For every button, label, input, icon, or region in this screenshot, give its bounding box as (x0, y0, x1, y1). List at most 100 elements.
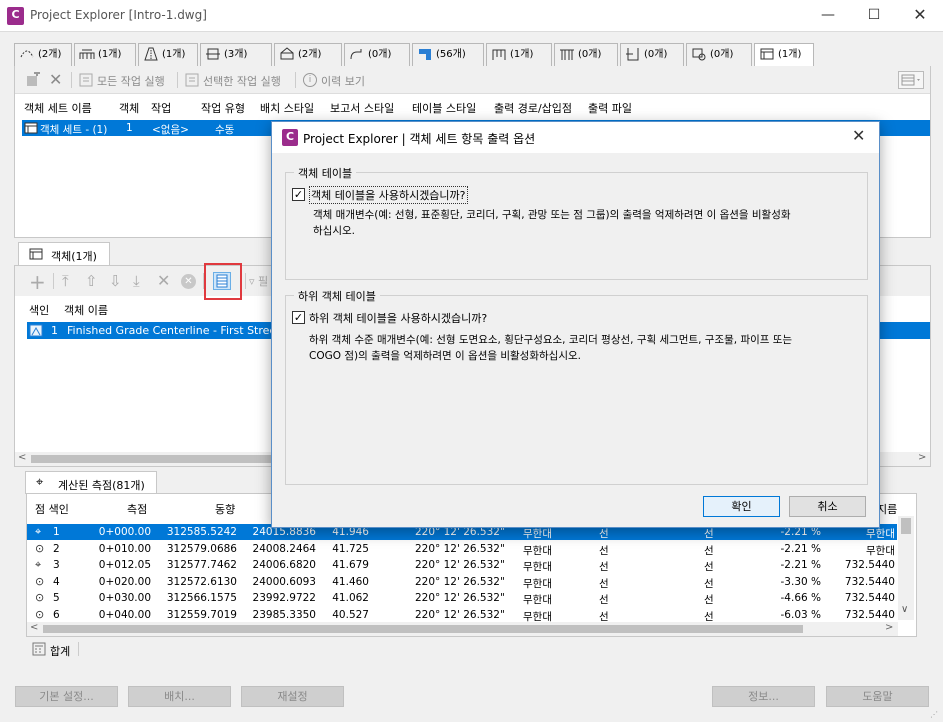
help-button[interactable]: 도움말 (826, 686, 929, 707)
close-button[interactable]: ✕ (897, 0, 943, 32)
table-row[interactable]: ⊙ 5 0+030.00 312566.1575 23992.9722 41.062 220… (27, 590, 897, 606)
tab-subassemblies[interactable]: (56개) (412, 43, 484, 67)
table-row[interactable]: ⌖ 3 0+012.05 312577.7462 24006.6820 41.679 220… (27, 557, 897, 573)
info-button[interactable]: 정보... (712, 686, 815, 707)
scroll-down-icon[interactable]: ∨ (901, 604, 908, 615)
tab-alignments[interactable]: (2개) (14, 43, 72, 67)
cell-bearing: 220° 12' 26.532" (415, 609, 505, 621)
sub-object-table-group: 하위 객체 테이블 ✓ 하위 객체 테이블을 사용하시겠습니까? 하위 객체 수… (285, 288, 868, 485)
cell-elev: 41.725 (332, 542, 369, 555)
scroll-right-icon[interactable]: > (918, 452, 926, 463)
checkbox-label[interactable]: 객체 테이블을 사용하시겠습니까? (309, 186, 468, 204)
tab-views[interactable]: (0개) (686, 43, 752, 67)
move-up-icon[interactable]: ⇧ (85, 272, 98, 290)
tab-feature-lines[interactable]: (0개) (344, 43, 410, 67)
tab-parcels[interactable]: (0개) (620, 43, 684, 67)
cell-radius: 무한대 (523, 544, 552, 557)
tab-pipe-networks[interactable]: (1개) (486, 43, 552, 67)
cell-station: 0+040.00 (98, 609, 151, 621)
col-header[interactable]: 객체 이름 (64, 302, 108, 318)
resize-grip-icon[interactable]: ⋰ (930, 710, 938, 719)
col-header[interactable]: 점 색인 (35, 501, 69, 517)
col-header[interactable]: 테이블 스타일 (412, 100, 476, 116)
object-table-checkbox[interactable]: ✓ (292, 188, 305, 201)
reset-button[interactable]: 재설정 (241, 686, 344, 707)
move-down-icon[interactable]: ⇩ (109, 272, 122, 290)
checkbox-label[interactable]: 하위 객체 테이블을 사용하시겠습니까? (309, 310, 487, 326)
cell-c1: 선 (599, 577, 609, 590)
table-row[interactable]: ⊙ 6 0+040.00 312559.7019 23985.3350 40.527 220… (27, 607, 897, 623)
tab-calculated-stations[interactable]: ⌖ 계산된 측점(81개) (25, 471, 157, 494)
move-bottom-icon[interactable]: ⤓ (133, 272, 140, 290)
col-header[interactable]: 출력 파일 (588, 100, 632, 116)
run-all-icon (79, 73, 93, 87)
col-header[interactable]: 작업 (151, 100, 171, 116)
tab-label: (1개) (778, 49, 802, 60)
layout-menu-button[interactable] (898, 71, 924, 89)
cell-idx: 1 (53, 526, 60, 538)
tab-assemblies[interactable]: (3개) (200, 43, 272, 67)
tab-objects[interactable]: 객체(1개) (18, 242, 110, 266)
cell-last: 732.5440 (844, 609, 895, 621)
tab-bridges[interactable]: (1개) (74, 43, 136, 67)
col-header[interactable]: 보고서 스타일 (330, 100, 394, 116)
scroll-thumb[interactable] (31, 455, 271, 463)
history-button[interactable]: 이력 보기 (321, 73, 365, 89)
civil3d-logo-icon: C (282, 129, 298, 146)
scroll-left-icon[interactable]: < (30, 622, 38, 633)
scroll-thumb[interactable] (901, 518, 911, 534)
tab-structures[interactable]: (0개) (554, 43, 618, 67)
clear-icon[interactable]: ✕ (181, 274, 196, 289)
col-header[interactable]: 객체 세트 이름 (24, 100, 92, 116)
table-row[interactable]: ⊙ 2 0+010.00 312579.0686 24008.2464 41.725 220… (27, 541, 897, 557)
scroll-thumb[interactable] (43, 625, 803, 633)
cell-grade: -6.03 % (780, 609, 821, 621)
delete-set-icon[interactable]: ✕ (49, 70, 62, 89)
toolbar-divider (53, 273, 54, 289)
cell-easting: 312572.6130 (166, 575, 237, 588)
table-row[interactable]: ⊙ 4 0+020.00 312572.6130 24000.6093 41.460 220… (27, 574, 897, 590)
col-header[interactable]: 측점 (127, 501, 147, 517)
minimize-button[interactable]: — (805, 0, 851, 32)
cell-northing: 24000.6093 (252, 575, 316, 588)
cell-c1: 선 (599, 594, 609, 607)
col-header[interactable]: 색인 (29, 302, 49, 318)
cell-station: 0+020.00 (98, 575, 151, 588)
sub-object-table-checkbox[interactable]: ✓ (292, 311, 305, 324)
cell-station: 0+010.00 (98, 542, 151, 555)
col-header[interactable]: 배치 스타일 (260, 100, 314, 116)
dialog-close-button[interactable]: ✕ (852, 126, 865, 145)
ok-button[interactable]: 확인 (703, 496, 780, 517)
col-header[interactable]: 지름 (877, 501, 897, 517)
cancel-button[interactable]: 취소 (789, 496, 866, 517)
new-set-icon[interactable] (25, 72, 41, 88)
tab-surfaces[interactable]: (2개) (274, 43, 342, 67)
col-header[interactable]: 출력 경로/삽입점 (494, 100, 572, 116)
subassembly-icon (419, 49, 431, 60)
run-all-button[interactable]: 모든 작업 실행 (97, 73, 165, 89)
cell-c2: 선 (704, 544, 714, 557)
object-name-cell: Finished Grade Centerline - First Street (67, 324, 281, 337)
layout-button[interactable]: 배치... (128, 686, 231, 707)
basic-settings-button[interactable]: 기본 설정... (15, 686, 118, 707)
run-selected-button[interactable]: 선택한 작업 실행 (203, 73, 281, 89)
window-title: Project Explorer [Intro-1.dwg] (30, 8, 207, 22)
maximize-button[interactable]: ☐ (851, 0, 897, 32)
col-header[interactable]: 작업 유형 (201, 100, 245, 116)
add-object-icon[interactable]: + (29, 270, 46, 294)
cell-last: 732.5440 (844, 592, 895, 605)
stations-v-scrollbar[interactable]: ∨ (898, 516, 914, 620)
cell-idx: 3 (53, 559, 60, 572)
move-top-icon[interactable]: ⤒ (62, 272, 69, 290)
tab-object-sets[interactable]: (1개) (754, 43, 814, 68)
col-header[interactable]: 동향 (215, 501, 235, 517)
scroll-left-icon[interactable]: < (18, 452, 26, 463)
scroll-right-icon[interactable]: > (885, 622, 893, 633)
remove-object-icon[interactable]: ✕ (157, 271, 170, 290)
stations-h-scrollbar[interactable]: < > (27, 622, 898, 636)
tab-corridors[interactable]: (1개) (138, 43, 198, 67)
col-header[interactable]: 객체 (119, 100, 139, 116)
tab-label: (2개) (298, 49, 322, 60)
filter-button[interactable]: ▿ 필 (249, 273, 268, 289)
filter-icon: ▿ (249, 275, 255, 288)
